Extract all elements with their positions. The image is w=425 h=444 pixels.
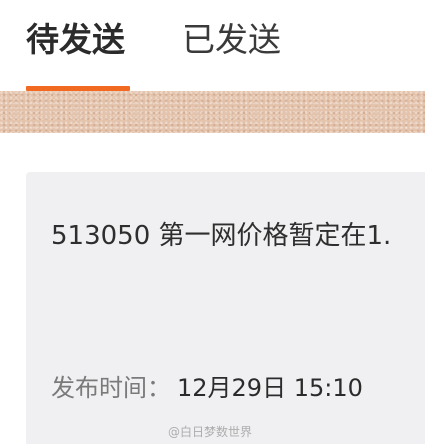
- message-content: 513050 第一网价格暂定在1.: [51, 221, 392, 251]
- app-screen: 待发送 已发送 513050 第一网价格暂定在1. 发布时间： 12月29日 15…: [0, 0, 425, 444]
- message-card[interactable]: 513050 第一网价格暂定在1. 发布时间： 12月29日 15:10: [26, 172, 425, 444]
- tab-pending[interactable]: 待发送: [26, 18, 125, 62]
- decorative-banner: [0, 91, 425, 133]
- watermark: @白日梦数世界: [168, 425, 253, 439]
- publish-time-value: 12月29日 15:10: [177, 374, 363, 402]
- publish-time-label: 发布时间：: [51, 374, 171, 402]
- publish-time: 发布时间： 12月29日 15:10: [51, 368, 363, 408]
- tab-bar: 待发送 已发送: [0, 0, 425, 92]
- tab-sent[interactable]: 已发送: [182, 18, 281, 62]
